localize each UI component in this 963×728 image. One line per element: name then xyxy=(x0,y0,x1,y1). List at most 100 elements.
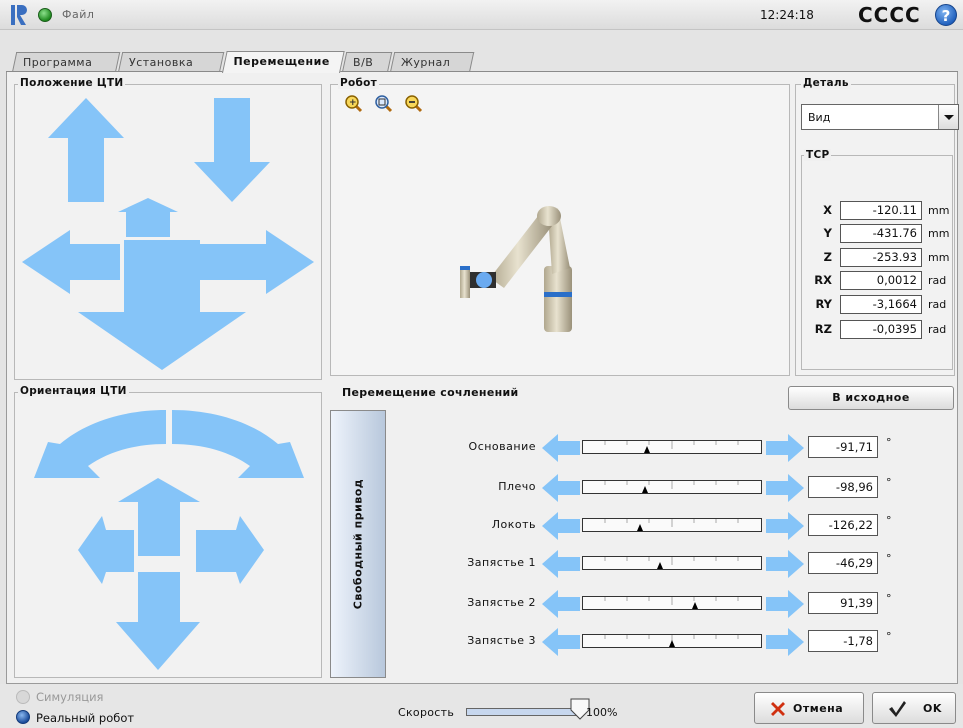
tcp-y-value: -431.76 xyxy=(840,224,922,243)
svg-text:+: + xyxy=(349,98,357,108)
zoom-fit-icon[interactable] xyxy=(375,95,393,113)
view-select-value: Вид xyxy=(808,111,831,124)
joint-decrease-arrow-icon[interactable] xyxy=(540,550,580,578)
home-button[interactable]: В исходное xyxy=(788,386,954,410)
tcp-label: X xyxy=(823,203,832,217)
slider-ticks xyxy=(604,481,739,489)
joint-label: Плечо xyxy=(498,480,536,493)
zoom-out-icon[interactable] xyxy=(405,95,423,113)
joint-value[interactable]: -91,71 xyxy=(808,436,878,458)
joint-value[interactable]: -98,96 xyxy=(808,476,878,498)
joint-decrease-arrow-icon[interactable] xyxy=(540,474,580,502)
joint-increase-arrow-icon[interactable] xyxy=(766,590,806,618)
file-menu[interactable]: Файл xyxy=(62,8,94,21)
robot-3d-model[interactable] xyxy=(452,196,582,340)
joint-increase-arrow-icon[interactable] xyxy=(766,474,806,502)
joint-value[interactable]: -1,78 xyxy=(808,630,878,652)
joints-title: Перемещение сочленений xyxy=(340,386,521,399)
joint-increase-arrow-icon[interactable] xyxy=(766,628,806,656)
tab-installation[interactable]: Установка xyxy=(118,52,225,72)
simulation-radio[interactable] xyxy=(16,690,30,704)
tcp-label: RZ xyxy=(814,322,832,336)
down-arrow-icon[interactable] xyxy=(194,98,270,202)
tcp-orientation-title: Ориентация ЦТИ xyxy=(18,385,129,397)
help-icon[interactable]: ? xyxy=(935,4,957,26)
joint-value[interactable]: -46,29 xyxy=(808,552,878,574)
forward-arrow-icon[interactable] xyxy=(118,198,178,237)
tcp-unit: rad xyxy=(928,323,947,336)
tcp-rx-value: 0,0012 xyxy=(840,271,922,290)
robot-view-title: Робот xyxy=(338,77,380,89)
tcp-label: Y xyxy=(823,226,832,240)
joint-slider[interactable] xyxy=(582,518,762,532)
tcp-unit: mm xyxy=(928,251,950,264)
left-arrow-icon[interactable] xyxy=(22,230,120,294)
rotate-left-arrow-icon[interactable] xyxy=(34,410,166,478)
tcp-x-value: -120.11 xyxy=(840,201,922,220)
ok-button[interactable]: OK xyxy=(872,692,956,724)
cross-icon xyxy=(771,702,785,716)
tcp-unit: rad xyxy=(928,274,947,287)
joint-label: Локоть xyxy=(491,518,536,531)
tcp-position-title: Положение ЦТИ xyxy=(18,77,126,89)
joint-position-marker xyxy=(669,640,675,647)
tab-label: Установка xyxy=(129,56,194,69)
tab-move[interactable]: Перемещение xyxy=(222,51,345,73)
real-robot-label: Реальный робот xyxy=(36,711,135,725)
tcp-unit: mm xyxy=(928,204,950,217)
top-bar: Файл 12:24:18 CCCC ? xyxy=(0,0,963,30)
joint-position-marker xyxy=(692,602,699,609)
slider-ticks xyxy=(604,441,739,449)
joint-slider[interactable] xyxy=(582,480,762,494)
joint-label: Запястье 2 xyxy=(467,596,536,609)
degree-symbol: ° xyxy=(886,552,892,565)
joint-slider[interactable] xyxy=(582,634,762,648)
up-arrow-icon[interactable] xyxy=(48,98,124,202)
joint-slider[interactable] xyxy=(582,556,762,570)
joint-slider[interactable] xyxy=(582,440,762,454)
freedrive-label: Свободный привод xyxy=(351,478,365,610)
joint-increase-arrow-icon[interactable] xyxy=(766,512,806,540)
tcp-unit: rad xyxy=(928,298,947,311)
tilt-left-arrow-icon[interactable] xyxy=(78,516,134,584)
tab-io[interactable]: В/В xyxy=(342,52,393,72)
tcp-rz-value: -0,0395 xyxy=(840,320,922,339)
joint-increase-arrow-icon[interactable] xyxy=(766,550,806,578)
tilt-down-arrow-icon[interactable] xyxy=(116,572,200,670)
joint-decrease-arrow-icon[interactable] xyxy=(540,590,580,618)
tab-log[interactable]: Журнал xyxy=(390,52,475,72)
joint-value[interactable]: 91,39 xyxy=(808,592,878,614)
joint-increase-arrow-icon[interactable] xyxy=(766,434,806,462)
tab-program[interactable]: Программа xyxy=(12,52,121,72)
joint-slider[interactable] xyxy=(582,596,762,610)
slider-ticks xyxy=(604,519,739,527)
robot-status-icon xyxy=(38,8,52,22)
cancel-button[interactable]: Отмена xyxy=(754,692,864,724)
degree-symbol: ° xyxy=(886,514,892,527)
zoom-in-icon[interactable]: + xyxy=(345,95,363,113)
checkmark-icon xyxy=(889,701,906,717)
joint-decrease-arrow-icon[interactable] xyxy=(540,628,580,656)
view-select[interactable]: Вид xyxy=(801,104,959,130)
tab-label: В/В xyxy=(353,56,374,69)
right-arrow-icon[interactable] xyxy=(198,230,314,294)
tilt-right-arrow-icon[interactable] xyxy=(196,516,264,584)
chevron-down-icon[interactable] xyxy=(938,105,958,129)
degree-symbol: ° xyxy=(886,436,892,449)
tab-label: Программа xyxy=(23,56,93,69)
detail-title: Деталь xyxy=(801,77,851,89)
freedrive-button[interactable]: Свободный привод xyxy=(330,410,386,678)
joint-label: Основание xyxy=(468,440,536,453)
degree-symbol: ° xyxy=(886,476,892,489)
real-robot-radio[interactable] xyxy=(16,710,30,724)
speed-slider[interactable] xyxy=(466,708,580,716)
tcp-orientation-arrows xyxy=(34,410,304,670)
joint-value[interactable]: -126,22 xyxy=(808,514,878,536)
joint-decrease-arrow-icon[interactable] xyxy=(540,434,580,462)
joint-decrease-arrow-icon[interactable] xyxy=(540,512,580,540)
clock: 12:24:18 xyxy=(760,8,814,22)
slider-ticks xyxy=(604,557,739,565)
rotate-right-arrow-icon[interactable] xyxy=(172,410,304,478)
degree-symbol: ° xyxy=(886,592,892,605)
bottom-bar: Симуляция Реальный робот Скорость 100% О… xyxy=(0,684,963,728)
